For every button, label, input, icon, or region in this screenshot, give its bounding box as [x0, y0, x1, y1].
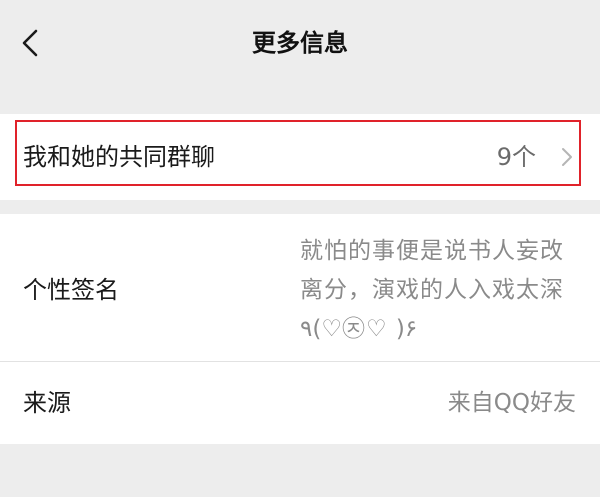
chevron-right-icon — [562, 148, 572, 166]
source-value: 来自QQ好友 — [447, 390, 576, 416]
signature-label: 个性签名 — [23, 276, 119, 304]
signature-value: 就怕的事便是说书人妄改离分，演戏的人入戏太深٩(♡㉨♡ )۶ — [300, 238, 564, 342]
common-group-chats-label: 我和她的共同群聊 — [23, 143, 215, 171]
signature-row: 个性签名 就怕的事便是说书人妄改离分，演戏的人入戏太深٩(♡㉨♡ )۶ — [0, 214, 600, 361]
source-label: 来源 — [23, 389, 71, 417]
header-bar: 更多信息 — [0, 0, 600, 86]
profile-info-card: 个性签名 就怕的事便是说书人妄改离分，演戏的人入戏太深٩(♡㉨♡ )۶ 来源 来… — [0, 214, 600, 444]
page-title: 更多信息 — [252, 29, 348, 57]
group-chats-count: 9个 — [496, 143, 536, 171]
common-group-chats-row[interactable]: 我和她的共同群聊 9个 — [0, 114, 600, 200]
source-row: 来源 来自QQ好友 — [0, 362, 600, 444]
